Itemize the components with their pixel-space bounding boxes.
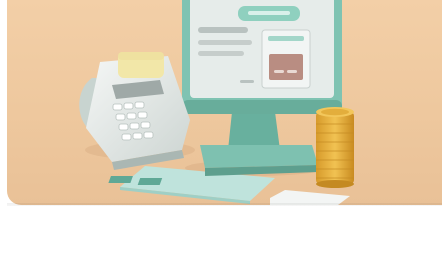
payment-illustration [79,0,354,205]
content-area [0,206,442,262]
coin-stack-icon [316,107,354,188]
hero-image-card[interactable] [7,0,442,205]
